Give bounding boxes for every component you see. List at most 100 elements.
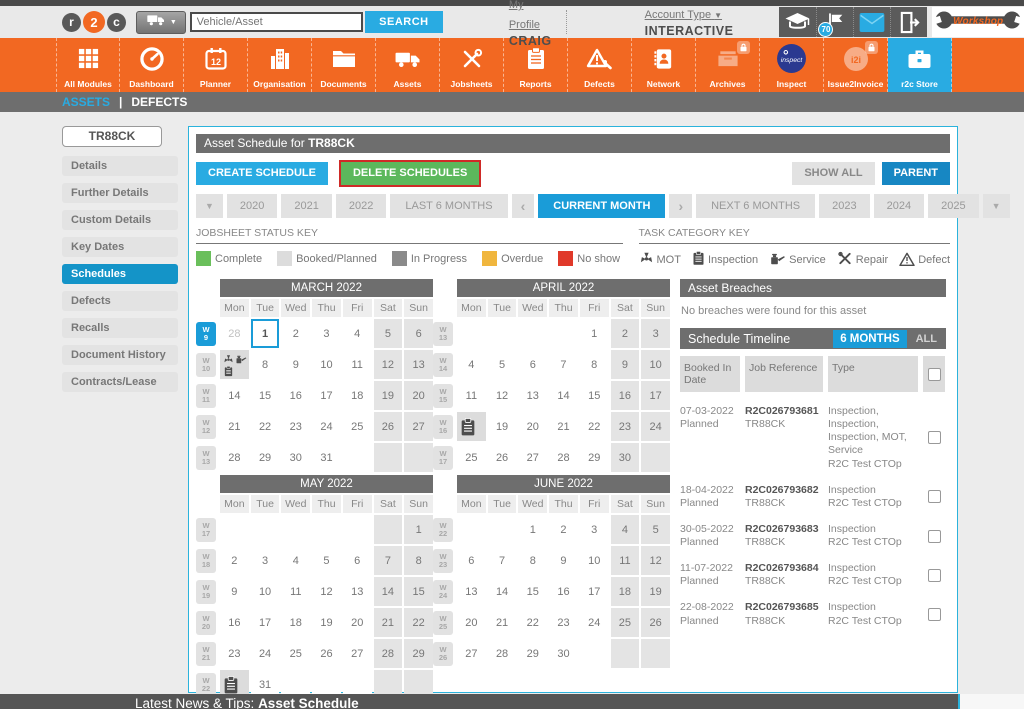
calendar-day[interactable]: 20 [343, 608, 372, 637]
calendar-day[interactable]: 19 [488, 412, 517, 441]
calendar-day[interactable]: 25 [281, 639, 310, 668]
year-button-2021[interactable]: 2021 [281, 194, 331, 218]
calendar-day[interactable]: 25 [343, 412, 372, 441]
calendar-day[interactable]: 27 [457, 639, 486, 668]
calendar-day[interactable]: 28 [549, 443, 578, 472]
create-schedule-button[interactable]: CREATE SCHEDULE [196, 162, 328, 185]
calendar-day[interactable]: 29 [580, 443, 609, 472]
nav-module-issue2invoice[interactable]: i2iIssue2Invoice [824, 38, 888, 92]
calendar-day[interactable]: 12 [374, 350, 403, 379]
calendar-day[interactable]: 21 [374, 608, 403, 637]
calendar-day[interactable]: 1 [518, 515, 547, 544]
nav-module-reports[interactable]: Reports [504, 38, 568, 92]
calendar-day[interactable]: 22 [251, 412, 280, 441]
sidebar-item-custom-details[interactable]: Custom Details [62, 210, 178, 230]
calendar-day[interactable]: 7 [374, 546, 403, 575]
calendar-day[interactable]: 23 [281, 412, 310, 441]
calendar-day[interactable]: 9 [549, 546, 578, 575]
calendar-day[interactable]: 30 [549, 639, 578, 668]
calendar-day[interactable]: 27 [404, 412, 433, 441]
asset-type-dropdown[interactable]: ▼ [136, 11, 186, 34]
nav-module-defects[interactable]: Defects [568, 38, 632, 92]
calendar-day[interactable]: 18 [281, 608, 310, 637]
calendar-day[interactable]: 30 [281, 443, 310, 472]
nav-module-documents[interactable]: Documents [312, 38, 376, 92]
calendar-day[interactable]: 4 [457, 350, 486, 379]
subnav-defects[interactable]: DEFECTS [131, 95, 187, 109]
calendar-day-event[interactable] [220, 350, 249, 379]
calendar-day[interactable]: 10 [641, 350, 670, 379]
calendar-day[interactable]: 31 [312, 443, 341, 472]
calendar-day[interactable]: 26 [488, 443, 517, 472]
year-button-2023[interactable]: 2023 [819, 194, 869, 218]
calendar-day[interactable]: 8 [404, 546, 433, 575]
calendar-day[interactable]: 16 [611, 381, 640, 410]
sidebar-item-further-details[interactable]: Further Details [62, 183, 178, 203]
sidebar-item-contracts-lease[interactable]: Contracts/Lease [62, 372, 178, 392]
account-type-link[interactable]: Account Type ▼ [645, 9, 722, 21]
calendar-day[interactable]: 5 [488, 350, 517, 379]
calendar-day[interactable]: 2 [549, 515, 578, 544]
calendar-day[interactable]: 20 [404, 381, 433, 410]
year-button-2024[interactable]: 2024 [874, 194, 924, 218]
calendar-day[interactable]: 19 [641, 577, 670, 606]
calendar-day[interactable]: 22 [404, 608, 433, 637]
calendar-day[interactable]: 22 [518, 608, 547, 637]
calendar-day[interactable]: 24 [312, 412, 341, 441]
calendar-day[interactable]: 26 [312, 639, 341, 668]
calendar-day[interactable]: 3 [641, 319, 670, 348]
chevron-down-left-icon[interactable]: ▼ [196, 194, 223, 218]
calendar-day[interactable]: 28 [220, 443, 249, 472]
calendar-day[interactable]: 21 [220, 412, 249, 441]
calendar-day[interactable]: 8 [251, 350, 280, 379]
search-button[interactable]: SEARCH [365, 11, 443, 33]
calendar-day[interactable]: 30 [611, 443, 640, 472]
calendar-day[interactable]: 8 [518, 546, 547, 575]
calendar-day[interactable]: 19 [312, 608, 341, 637]
chevron-down-right-icon[interactable]: ▼ [983, 194, 1010, 218]
calendar-day[interactable]: 3 [580, 515, 609, 544]
calendar-day[interactable]: 15 [251, 381, 280, 410]
calendar-day[interactable]: 6 [518, 350, 547, 379]
calendar-day[interactable]: 6 [457, 546, 486, 575]
calendar-day[interactable]: 4 [611, 515, 640, 544]
calendar-day[interactable]: 29 [518, 639, 547, 668]
nav-module-planner[interactable]: 12Planner [184, 38, 248, 92]
calendar-day[interactable]: 6 [404, 319, 433, 348]
workshop-logo[interactable]: Workshop [932, 7, 1024, 37]
calendar-day[interactable]: 16 [281, 381, 310, 410]
calendar-day[interactable]: 23 [549, 608, 578, 637]
calendar-day[interactable]: 15 [518, 577, 547, 606]
calendar-day[interactable]: 5 [374, 319, 403, 348]
row-checkbox[interactable] [928, 431, 941, 444]
year-button-2020[interactable]: 2020 [227, 194, 277, 218]
calendar-day[interactable]: 20 [518, 412, 547, 441]
nav-module-inspect[interactable]: inspectInspect [760, 38, 824, 92]
calendar-day[interactable]: 25 [611, 608, 640, 637]
calendar-day[interactable]: 29 [404, 639, 433, 668]
calendar-day[interactable]: 12 [488, 381, 517, 410]
year-button-2025[interactable]: 2025 [928, 194, 978, 218]
calendar-day[interactable]: 27 [343, 639, 372, 668]
calendar-day[interactable]: 9 [281, 350, 310, 379]
calendar-day[interactable]: 2 [281, 319, 310, 348]
calendar-day[interactable]: 23 [220, 639, 249, 668]
nav-module-organisation[interactable]: Organisation [248, 38, 312, 92]
calendar-day[interactable]: 2 [611, 319, 640, 348]
calendar-day[interactable]: 10 [251, 577, 280, 606]
chevron-prev-icon[interactable]: ‹ [512, 194, 535, 218]
calendar-day[interactable]: 23 [611, 412, 640, 441]
calendar-day[interactable]: 5 [312, 546, 341, 575]
delete-schedules-button[interactable]: DELETE SCHEDULES [339, 160, 481, 187]
calendar-day[interactable]: 28 [220, 319, 249, 348]
calendar-day[interactable]: 21 [549, 412, 578, 441]
chevron-next-icon[interactable]: › [669, 194, 692, 218]
nav-module-archives[interactable]: Archives [696, 38, 760, 92]
mail-icon[interactable] [853, 7, 890, 37]
sidebar-item-key-dates[interactable]: Key Dates [62, 237, 178, 257]
calendar-day[interactable]: 3 [251, 546, 280, 575]
calendar-day[interactable]: 17 [580, 577, 609, 606]
calendar-day[interactable]: 28 [488, 639, 517, 668]
calendar-day[interactable]: 4 [281, 546, 310, 575]
timeline-all-filter[interactable]: ALL [907, 330, 946, 348]
